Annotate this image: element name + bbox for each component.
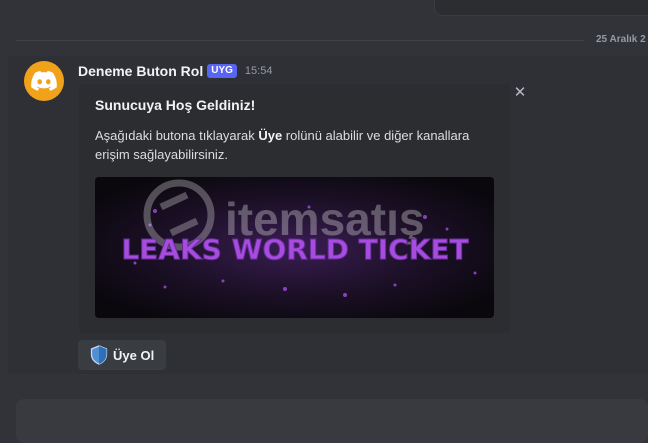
message-header: Deneme Buton Rol UYG 15:54 [78, 63, 272, 79]
embed-image[interactable]: itemsatış LEAKS WORLD TICKET [95, 177, 494, 318]
embed-description-text: Aşağıdaki butona tıklayarak [95, 128, 259, 143]
shield-icon [90, 345, 108, 365]
message-input[interactable] [16, 399, 648, 443]
embed-title: Sunucuya Hoş Geldiniz! [95, 97, 256, 113]
uye-ol-button[interactable]: Üye Ol [78, 340, 167, 370]
banner-text: LEAKS WORLD TICKET [121, 233, 468, 266]
close-icon[interactable]: ✕ [511, 84, 529, 102]
message-components: Üye Ol [78, 340, 167, 370]
embed-description-bold: Üye [258, 128, 283, 143]
app-tag-badge: UYG [207, 64, 237, 78]
date-divider [16, 40, 584, 41]
embed-description: Aşağıdaki butona tıklayarak Üye rolünü a… [95, 126, 490, 164]
discord-logo-icon [31, 71, 57, 91]
username[interactable]: Deneme Buton Rol [78, 63, 203, 79]
date-divider-label: 25 Aralık 2 [596, 34, 646, 45]
uye-ol-button-label: Üye Ol [113, 347, 155, 363]
previous-message-embed [434, 0, 648, 16]
avatar[interactable] [24, 61, 64, 101]
message-timestamp[interactable]: 15:54 [245, 65, 273, 77]
